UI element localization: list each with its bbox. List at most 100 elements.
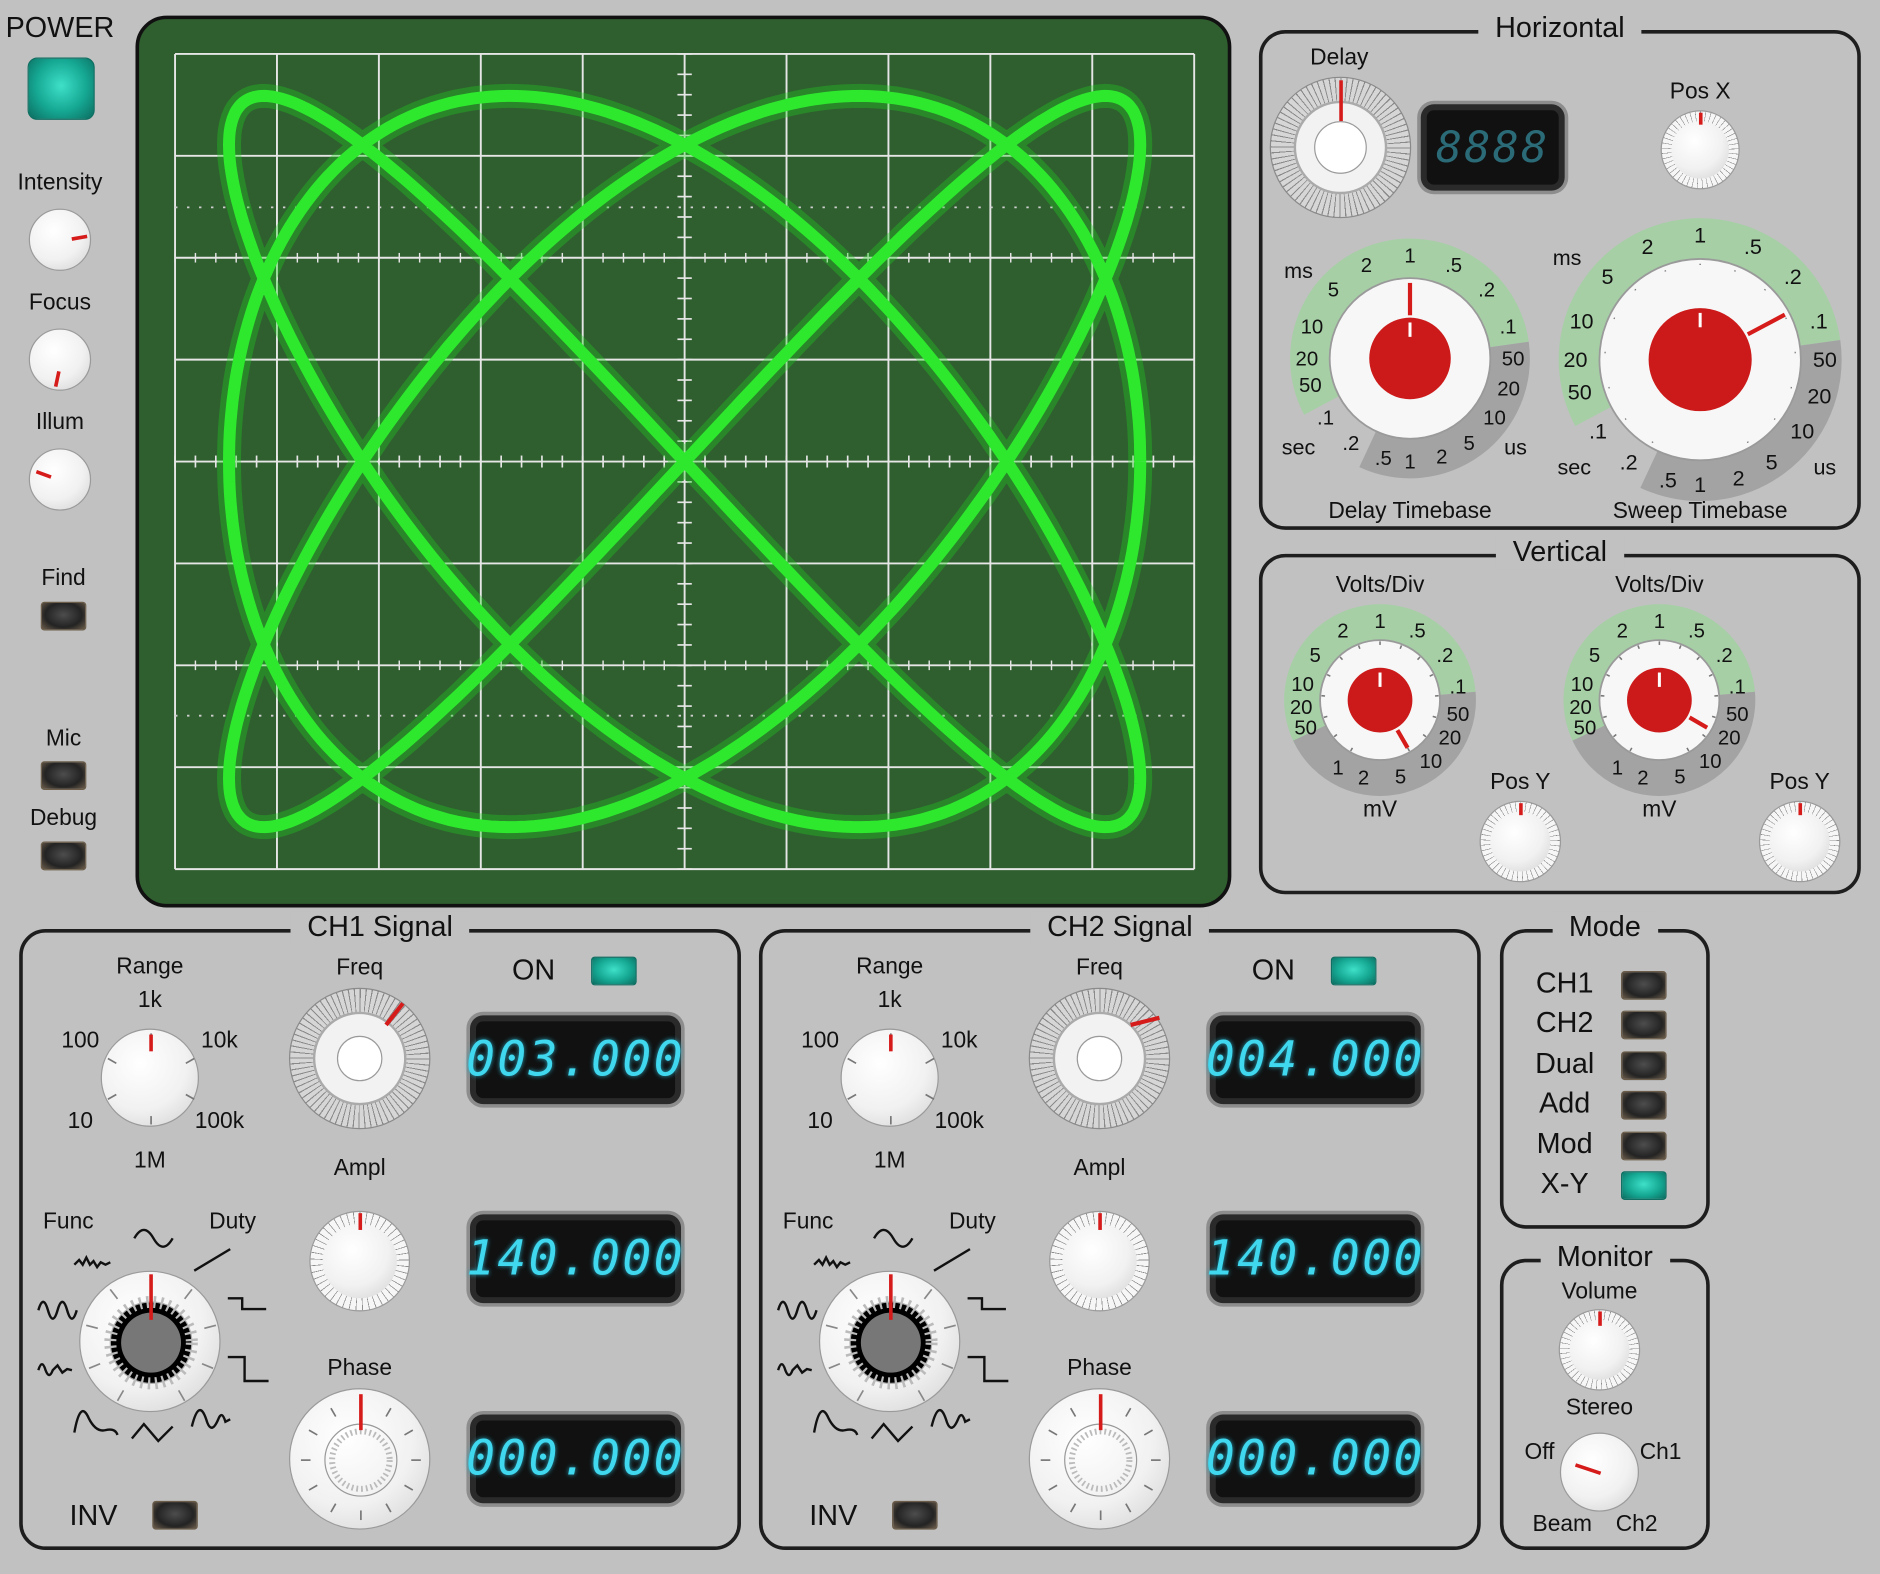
scale-label: 20 xyxy=(1569,697,1592,719)
scale-label: 1 xyxy=(1404,452,1415,474)
scale-label: 5 xyxy=(1674,767,1685,789)
scale-label: 20 xyxy=(1296,349,1319,371)
sweep-timebase-knob[interactable]: 50201052 1.5.2.1502010521.1.2.5mssec us xyxy=(1550,211,1850,511)
ch2-ampl-readout: 140.000 xyxy=(1206,1220,1422,1298)
scale-label: 2 xyxy=(1637,768,1648,790)
mode-dual-button[interactable] xyxy=(1621,1051,1667,1080)
scale-label: .2 xyxy=(1716,645,1733,667)
ch2-phase-label: Phase xyxy=(1067,1355,1132,1381)
unit-label: ms xyxy=(1553,245,1582,270)
wave-noise-icon xyxy=(776,1363,813,1377)
stereo-ch2-label: Ch2 xyxy=(1615,1511,1658,1537)
scale-label: 2 xyxy=(1361,255,1372,277)
scale-label: .1 xyxy=(1449,676,1466,698)
ch1-ampl-knob[interactable] xyxy=(309,1210,411,1312)
scale-label: 20 xyxy=(1563,347,1587,372)
stereo-knob[interactable] xyxy=(1559,1432,1640,1512)
scale-label: 2 xyxy=(1358,768,1369,790)
scale-label: 10 xyxy=(1483,408,1506,430)
volume-knob[interactable] xyxy=(1558,1309,1641,1391)
scale-label: 20 xyxy=(1807,384,1831,409)
ch2-mv-label: mV xyxy=(1642,797,1677,823)
mode-ch1-label: CH1 xyxy=(1535,967,1594,1000)
mode-xy-label: X-Y xyxy=(1540,1167,1589,1200)
damped-icon xyxy=(190,1409,231,1429)
ch2-freq-readout: 004.000 xyxy=(1206,1021,1422,1099)
scale-label: 1 xyxy=(1374,611,1385,633)
ch2-posy-knob[interactable] xyxy=(1758,800,1841,883)
mode-add-button[interactable] xyxy=(1621,1091,1667,1120)
ch1-freq-knob[interactable] xyxy=(288,987,431,1130)
delay-timebase-label: Delay Timebase xyxy=(1328,498,1492,524)
scale-label: .5 xyxy=(1659,468,1677,493)
mode-ch1-button[interactable] xyxy=(1621,971,1667,1000)
ch1-phase-knob[interactable] xyxy=(288,1388,431,1530)
ch1-on-button[interactable] xyxy=(591,956,637,986)
scale-label: 5 xyxy=(1463,433,1474,455)
sine-icon xyxy=(873,1228,914,1248)
scale-label: .1 xyxy=(1500,317,1517,339)
sine-icon xyxy=(133,1228,174,1248)
scale-label: 5 xyxy=(1601,264,1613,289)
delay-timebase-knob[interactable]: 50201052 1.5.2.1502010521.1.2.5mssec us xyxy=(1282,235,1536,487)
ch1-signal-title: CH1 Signal xyxy=(290,911,470,945)
ch2-phase-knob[interactable] xyxy=(1028,1388,1171,1530)
scale-label: 10 xyxy=(1420,751,1443,773)
mode-mod-button[interactable] xyxy=(1621,1131,1667,1160)
ch2-ampl-knob[interactable] xyxy=(1049,1210,1150,1312)
vertical-title: Vertical xyxy=(1495,535,1624,570)
scale-label: 5 xyxy=(1395,767,1406,789)
scale-label: 5 xyxy=(1310,645,1321,667)
mode-xy-button[interactable] xyxy=(1621,1171,1667,1200)
scale-label: 5 xyxy=(1589,645,1600,667)
ch2-on-button[interactable] xyxy=(1330,956,1377,986)
scale-label: 2 xyxy=(1733,466,1745,491)
scale-label: 2 xyxy=(1641,234,1653,259)
ch1-freq-label: Freq xyxy=(336,955,384,981)
unit-label: us xyxy=(1813,455,1836,480)
triangle-icon xyxy=(130,1422,174,1443)
mode-title: Mode xyxy=(1552,911,1658,945)
ch1-volts-div-knob[interactable]: 50201052 1.5.2.1502010521 xyxy=(1272,592,1488,808)
ch2-volts-div-knob[interactable]: 50201052 1.5.2.1502010521 xyxy=(1551,592,1767,808)
mode-ch2-button[interactable] xyxy=(1621,1011,1667,1040)
scale-label: 50 xyxy=(1568,379,1592,404)
ch1-inv-button[interactable] xyxy=(152,1500,198,1530)
ch2-inv-button[interactable] xyxy=(892,1500,938,1530)
posx-label: Pos X xyxy=(1669,79,1731,105)
wave-noise-icon xyxy=(37,1363,73,1377)
ch1-posy-knob[interactable] xyxy=(1479,800,1562,883)
scale-label: 1 xyxy=(1332,757,1343,779)
graticule xyxy=(174,52,1196,871)
noise-icon xyxy=(73,1254,111,1270)
scale-label: 2 xyxy=(1436,447,1447,469)
ch2-freq-knob[interactable] xyxy=(1028,987,1171,1130)
damped-icon xyxy=(930,1409,971,1429)
scale-label: 10 xyxy=(1570,309,1594,334)
scale-label: .2 xyxy=(1620,449,1638,474)
pulse-icon xyxy=(967,1297,1006,1311)
scale-label: 1 xyxy=(1694,472,1706,497)
unit-label: sec xyxy=(1282,434,1316,459)
posx-knob[interactable] xyxy=(1660,110,1740,190)
monitor-title: Monitor xyxy=(1540,1240,1670,1275)
scale-label: .5 xyxy=(1744,234,1762,259)
stereo-ch1-label: Ch1 xyxy=(1639,1439,1682,1465)
scale-label: .5 xyxy=(1445,255,1462,277)
delay-readout: 8888 xyxy=(1426,110,1559,185)
noise-icon xyxy=(813,1254,851,1270)
scale-label: 20 xyxy=(1290,697,1313,719)
half-sine-icon xyxy=(73,1409,119,1436)
scale-label: 20 xyxy=(1718,727,1741,749)
delay-knob[interactable] xyxy=(1269,76,1412,219)
mode-dual-label: Dual xyxy=(1535,1047,1595,1080)
mode-ch2-label: CH2 xyxy=(1535,1007,1594,1040)
unit-label: ms xyxy=(1284,258,1313,283)
square-icon xyxy=(967,1355,1009,1383)
ch1-phase-label: Phase xyxy=(327,1355,392,1381)
ch1-ampl-label: Ampl xyxy=(333,1155,386,1181)
stereo-label: Stereo xyxy=(1565,1395,1634,1421)
scale-label: 10 xyxy=(1291,674,1314,696)
scale-label: .2 xyxy=(1342,433,1359,455)
ch1-on-label: ON xyxy=(511,954,556,987)
